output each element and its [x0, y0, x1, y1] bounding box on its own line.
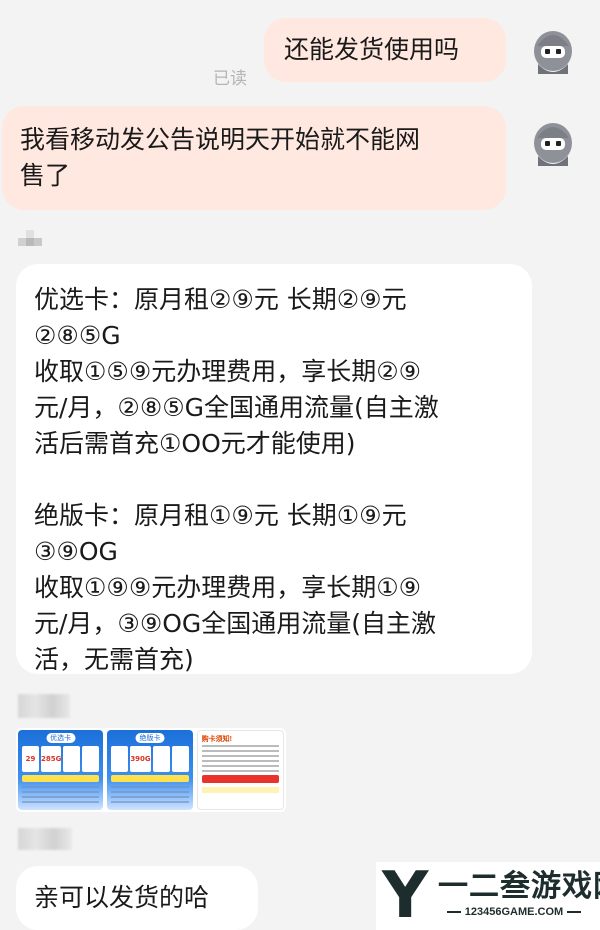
- blurred-contact-name: [18, 694, 70, 718]
- watermark-logo: Y: [382, 859, 429, 930]
- message-line: 元/月，③⑨OG全国通用流量(自主激: [34, 609, 437, 638]
- message-line: 活后需首充①OO元才能使用): [34, 429, 356, 458]
- message-line: 售了: [20, 161, 71, 190]
- blurred-contact-name: [18, 828, 72, 850]
- message-line: 我看移动发公告说明天开始就不能网: [20, 125, 421, 154]
- poster-cell: [63, 746, 81, 772]
- incoming-message-offer[interactable]: 优选卡：原月租②⑨元 长期②⑨元 ②⑧⑤G 收取①⑤⑨元办理费用，享长期②⑨ 元…: [16, 264, 532, 674]
- poster-notice: 购卡须知!: [196, 730, 284, 810]
- poster-banner: [111, 775, 189, 782]
- poster-cell: [171, 746, 189, 772]
- poster-cell: [152, 746, 170, 772]
- poster-banner: [22, 775, 100, 782]
- message-line: 优选卡：原月租②⑨元 长期②⑨元: [34, 285, 407, 314]
- message-line: 绝版卡：原月租①⑨元 长期①⑨元: [34, 501, 407, 530]
- poster-tag: 绝版卡: [135, 733, 165, 743]
- poster-card-2: 绝版卡 390G: [107, 730, 193, 810]
- user-avatar-icon[interactable]: [528, 24, 578, 74]
- user-avatar-icon[interactable]: [528, 116, 578, 166]
- site-watermark: Y 一二叁游戏网 123456GAME.COM: [376, 862, 600, 930]
- outgoing-message-1[interactable]: 还能发货使用吗: [264, 18, 506, 82]
- poster-cell: [82, 746, 100, 772]
- blurred-contact-avatar: [18, 230, 44, 252]
- notice-text-lines: [201, 745, 279, 775]
- message-line: ③⑨OG: [34, 537, 118, 566]
- poster-text-lines: [111, 786, 189, 806]
- watermark-url: 123456GAME.COM: [434, 906, 594, 918]
- message-line: 活，无需首充): [34, 645, 194, 674]
- message-line: 收取①⑤⑨元办理费用，享长期②⑨: [34, 357, 422, 386]
- message-line: ②⑧⑤G: [34, 321, 121, 350]
- poster-text-lines: [22, 786, 100, 806]
- poster-tag: 优选卡: [46, 733, 76, 743]
- notice-red-banner: [201, 775, 279, 783]
- notice-yellow-banner: [201, 787, 279, 793]
- message-text: 还能发货使用吗: [284, 35, 460, 64]
- outgoing-message-2[interactable]: 我看移动发公告说明天开始就不能网 售了: [2, 106, 506, 210]
- message-text: 亲可以发货的哈: [34, 883, 210, 912]
- poster-card-1: 优选卡 29 285G: [18, 730, 104, 810]
- poster-cell: [111, 746, 129, 772]
- incoming-message-shipping[interactable]: 亲可以发货的哈: [16, 866, 258, 930]
- watermark-site-name: 一二叁游戏网: [438, 869, 600, 904]
- read-status: 已读: [213, 69, 247, 89]
- image-message-posters[interactable]: 优选卡 29 285G 绝版卡 390G 购卡须知!: [16, 728, 286, 812]
- notice-title: 购卡须知!: [201, 736, 232, 743]
- message-line: 收取①⑨⑨元办理费用，享长期①⑨: [34, 573, 422, 602]
- poster-cell: 390G: [130, 746, 151, 772]
- poster-cell: 285G: [40, 746, 62, 772]
- poster-cell: 29: [22, 746, 39, 772]
- message-line: 元/月，②⑧⑤G全国通用流量(自主激: [34, 393, 439, 422]
